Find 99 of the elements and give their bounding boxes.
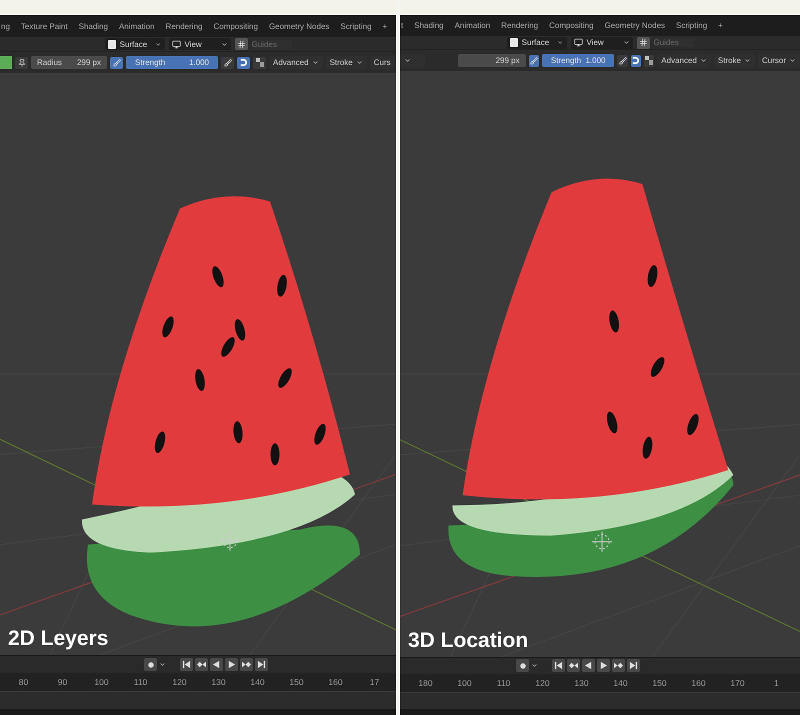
workspace-tab[interactable]: Rendering — [166, 22, 202, 30]
jump-end-button[interactable] — [627, 659, 640, 672]
caret-icon — [220, 40, 228, 48]
surface-swatch-icon — [108, 40, 116, 48]
frame-number: 180 — [417, 678, 434, 688]
menu-dropdown[interactable]: Curs — [370, 56, 395, 69]
workspace-tab[interactable]: Texture Paint — [20, 22, 68, 30]
record-button[interactable] — [144, 658, 157, 671]
jump-start-button[interactable] — [180, 658, 193, 671]
brush-icon[interactable] — [528, 54, 539, 67]
view-dropdown[interactable]: View — [168, 38, 230, 50]
color-swatch[interactable] — [0, 56, 12, 69]
workspace-tab[interactable]: Scripting — [676, 20, 708, 30]
frame-number: 120 — [171, 677, 188, 687]
menu-dropdown[interactable]: Stroke — [714, 54, 755, 68]
frame-number: 1 — [773, 678, 780, 688]
frame-number: 160 — [690, 678, 707, 688]
record-dot-icon — [148, 662, 154, 668]
caret-icon — [404, 57, 411, 64]
brush-icon[interactable] — [110, 56, 123, 68]
frame-number: 100 — [93, 677, 110, 687]
caret-icon — [622, 39, 630, 46]
caret-icon — [700, 57, 707, 64]
next-keyframe-button[interactable] — [240, 658, 253, 671]
cursor-icon — [592, 531, 612, 552]
radius-field[interactable]: 299 px — [458, 54, 526, 68]
caption: 2D Leyers — [8, 627, 108, 651]
frame-number: 110 — [132, 677, 148, 687]
frame-number: 130 — [573, 678, 590, 688]
caret-icon — [155, 40, 162, 48]
workspace-tab[interactable]: Animation — [454, 20, 490, 30]
workspace-tab[interactable]: Shading — [414, 20, 444, 30]
cursor-icon — [220, 530, 240, 552]
brush-icon[interactable] — [617, 54, 628, 67]
workspace-tab[interactable]: Compositing — [213, 22, 258, 30]
caret-icon — [312, 59, 319, 66]
caret-icon — [789, 57, 796, 64]
workspace-tab[interactable]: Compositing — [549, 20, 594, 30]
menu-dropdown[interactable]: Stroke — [326, 56, 367, 69]
frame-number: 170 — [729, 678, 746, 688]
frame-number: 90 — [56, 677, 68, 687]
workspace-tab[interactable]: Rendering — [501, 20, 538, 30]
workspace-tab[interactable]: Animation — [118, 22, 155, 30]
play-reverse-button[interactable] — [582, 659, 595, 672]
frame-number: 140 — [612, 678, 629, 688]
caret-icon — [159, 661, 166, 668]
monitor-icon — [574, 38, 582, 48]
mask-icon[interactable] — [644, 54, 654, 67]
falloff-icon[interactable] — [237, 56, 250, 68]
frame-number: 160 — [327, 677, 344, 687]
record-button[interactable] — [516, 659, 529, 672]
caption: 3D Location — [408, 628, 528, 653]
mask-icon[interactable] — [253, 56, 266, 68]
workspace-tab[interactable]: Shading — [78, 22, 108, 30]
surface-swatch-icon — [510, 38, 518, 48]
caret-icon — [744, 57, 751, 64]
frame-number: 100 — [456, 678, 473, 688]
workspace-tab[interactable]: + — [718, 20, 723, 30]
frame-number: 150 — [288, 677, 305, 687]
play-reverse-button[interactable] — [210, 658, 223, 671]
grid-icon[interactable] — [234, 38, 248, 50]
grid-icon[interactable] — [636, 36, 650, 49]
caret-icon — [356, 59, 363, 66]
view-dropdown[interactable]: View — [570, 36, 632, 49]
jump-end-button[interactable] — [255, 658, 268, 671]
frame-number: 130 — [210, 677, 227, 687]
frame-number: 110 — [496, 678, 512, 688]
play-button[interactable] — [597, 659, 610, 672]
workspace-tab[interactable]: Geometry Nodes — [268, 22, 330, 30]
next-keyframe-button[interactable] — [612, 659, 625, 672]
frame-number: 120 — [534, 678, 551, 688]
frame-number: 17 — [368, 677, 380, 687]
pin-icon[interactable] — [15, 56, 28, 68]
workspace-tab[interactable]: ng — [1, 22, 10, 30]
menu-dropdown[interactable]: Cursor — [758, 54, 800, 68]
jump-start-button[interactable] — [552, 659, 565, 672]
monitor-icon — [172, 40, 180, 48]
workspace-tab[interactable]: + — [382, 22, 388, 30]
strength-slider[interactable]: Strength 1.000 — [542, 54, 614, 68]
workspace-tab[interactable]: Geometry Nodes — [604, 20, 666, 30]
workspace-tab[interactable]: Scripting — [340, 22, 372, 30]
caret-icon — [531, 662, 538, 670]
frame-number: 140 — [249, 677, 266, 687]
menu-dropdown[interactable]: Advanced — [269, 56, 323, 69]
strength-slider[interactable]: Strength 1.000 — [126, 56, 218, 69]
caret-icon — [557, 39, 564, 46]
mode-dropdown[interactable]: Surface — [104, 38, 164, 50]
previous-keyframe-button[interactable] — [567, 659, 580, 672]
play-button[interactable] — [225, 658, 238, 671]
workspace-tab[interactable]: t — [401, 20, 404, 30]
frame-number: 150 — [651, 678, 668, 688]
brush-icon[interactable] — [221, 56, 234, 68]
radius-field[interactable]: Radius 299 px — [31, 56, 107, 69]
record-dot-icon — [520, 662, 526, 669]
mode-dropdown[interactable]: Surface — [506, 36, 566, 49]
falloff-icon[interactable] — [630, 54, 642, 67]
menu-dropdown[interactable]: Advanced — [657, 54, 711, 68]
frame-number: 80 — [18, 677, 30, 687]
previous-keyframe-button[interactable] — [195, 658, 208, 671]
